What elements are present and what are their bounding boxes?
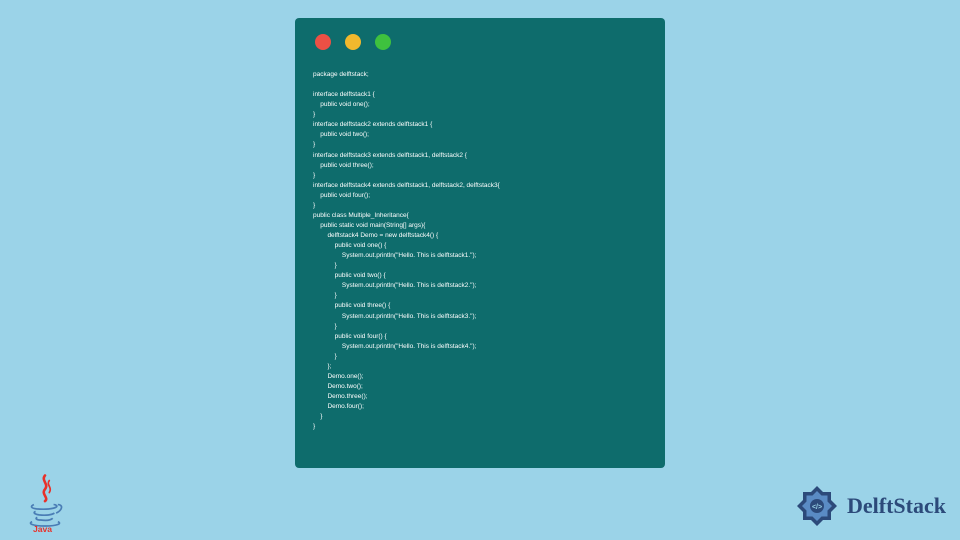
minimize-icon xyxy=(345,34,361,50)
window-controls xyxy=(315,34,647,50)
code-block: package delftstack; interface delftstack… xyxy=(313,70,647,432)
code-editor-window: package delftstack; interface delftstack… xyxy=(295,18,665,468)
svg-text:</>: </> xyxy=(812,504,822,511)
close-icon xyxy=(315,34,331,50)
svg-text:Java: Java xyxy=(33,524,52,532)
java-logo-icon: Java xyxy=(20,472,70,532)
maximize-icon xyxy=(375,34,391,50)
delftstack-logo: </> DelftStack xyxy=(793,482,946,530)
delftstack-icon: </> xyxy=(793,482,841,530)
delftstack-brand-text: DelftStack xyxy=(847,493,946,519)
